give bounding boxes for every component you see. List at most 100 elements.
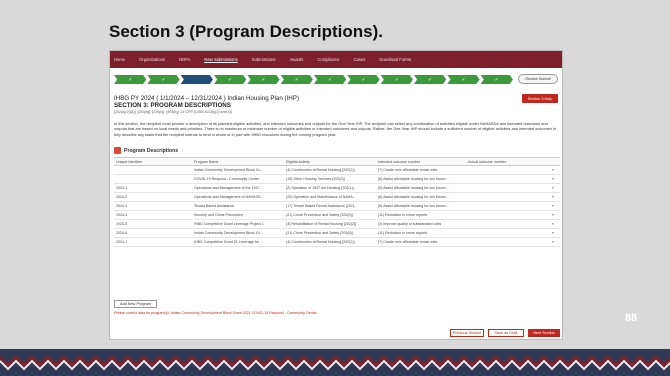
table-cell: COVID-19 Respond - Community Center — [192, 174, 284, 184]
nav-compliance[interactable]: Compliance — [317, 57, 339, 62]
step-1[interactable]: ✓ — [114, 75, 147, 84]
review-submit-button[interactable]: Review Submit — [518, 74, 558, 84]
table-cell: (21) Crime Prevention and Safety [202(5)… — [284, 210, 376, 220]
next-section-button[interactable]: Next Section — [528, 329, 560, 337]
row-action-dropdown-icon[interactable]: ▾ — [546, 219, 560, 229]
section-help-button[interactable]: Section 3 Help — [522, 94, 558, 103]
step-2[interactable]: ✓ — [147, 75, 180, 84]
col-eligible-activity[interactable]: Eligible Activity — [284, 157, 376, 166]
step-10[interactable]: ✓ — [413, 75, 447, 84]
table-cell: (6) Assist affordable housing for low in… — [376, 183, 466, 193]
nav-submissions[interactable]: Submissions — [252, 57, 276, 62]
table-row[interactable]: 2024-4 Security and Crime Prevention (21) … — [114, 210, 560, 220]
nav-nofa[interactable]: NOFA — [179, 57, 190, 62]
table-cell: (7) Create new affordable rental units — [376, 237, 466, 247]
add-new-program-button[interactable]: Add New Program — [114, 300, 158, 308]
table-cell: Indian Community Development Block Gr... — [192, 228, 284, 238]
table-cell: Operations and Management of NAHASD... — [192, 192, 284, 202]
table-cell: (4) Construction of Rental Housing [202(… — [284, 237, 376, 247]
regulation-citation: [102(b)(2)(A)], [233(a)], [235(c)], [404… — [114, 110, 233, 114]
step-12[interactable]: ✓ — [480, 75, 513, 84]
decorative-band — [0, 349, 670, 376]
table-cell: IHBG Competitive Grant Leverage Project … — [192, 219, 284, 229]
table-cell: (2) Operation of 1937 Act Housing [202(1… — [284, 183, 376, 193]
section-title: SECTION 3: PROGRAM DESCRIPTIONS — [114, 102, 231, 109]
top-nav: Home Organizations NOFA New Submissions … — [110, 51, 562, 68]
table-cell: 2024-1 — [114, 183, 192, 193]
table-row[interactable]: COVID-19 Respond - Community Center (19) … — [114, 174, 560, 184]
nav-awards[interactable]: Awards — [289, 57, 303, 62]
progress-stepper: ✓ ✓ ✓ ✓ ✓ ✓ ✓ ✓ ✓ ✓ ✓ — [114, 75, 514, 84]
program-table: Unique Identifier Program Name Eligible … — [114, 157, 560, 247]
row-action-dropdown-icon[interactable]: ▾ — [546, 192, 560, 202]
table-cell — [466, 174, 546, 184]
step-8[interactable]: ✓ — [347, 75, 380, 84]
save-draft-button[interactable]: Save as Draft — [488, 329, 524, 337]
row-action-dropdown-icon[interactable]: ▾ — [546, 183, 560, 193]
table-cell — [466, 165, 546, 175]
col-actual-outcome[interactable]: Actual outcome number — [466, 157, 546, 166]
col-actions — [546, 157, 560, 166]
table-row[interactable]: 2024-6 Indian Community Development Block… — [114, 228, 560, 238]
table-cell: IHBG Competitive Grant 21 Leverage for .… — [192, 237, 284, 247]
row-action-dropdown-icon[interactable]: ▾ — [546, 201, 560, 211]
table-row[interactable]: 2024-1 Operations and Management of the 1… — [114, 183, 560, 193]
table-cell — [466, 183, 546, 193]
table-cell: (11) Reduction in crime reports — [376, 210, 466, 220]
nav-organizations[interactable]: Organizations — [139, 57, 165, 62]
slide-title: Section 3 (Program Descriptions). — [109, 22, 383, 41]
table-cell: Operations and Management of the 1937 ..… — [192, 183, 284, 193]
table-cell: (20) Operation and Maintenance of NAHA..… — [284, 192, 376, 202]
table-row[interactable]: 2024-2 Operations and Management of NAHAS… — [114, 192, 560, 202]
zigzag-pattern-icon — [0, 349, 670, 376]
step-6[interactable]: ✓ — [280, 75, 313, 84]
table-row[interactable]: 2024-3 Tenant Based Assistance (17) Tenant… — [114, 201, 560, 211]
row-action-dropdown-icon[interactable]: ▾ — [546, 174, 560, 184]
validation-warning: Please correct data for program(s): Indi… — [114, 311, 318, 315]
table-cell: Tenant Based Assistance — [192, 201, 284, 211]
table-cell: (21) Crime Prevention and Safety [202(5)… — [284, 228, 376, 238]
nav-new-submissions[interactable]: New Submissions — [204, 57, 238, 63]
table-cell: 2024-7 — [114, 237, 192, 247]
table-cell — [114, 174, 192, 184]
table-cell: (6) Assist affordable housing for low in… — [376, 174, 466, 184]
table-cell: (17) Tenant Based Rental Assistance [202… — [284, 201, 376, 211]
step-9[interactable]: ✓ — [380, 75, 413, 84]
table-cell: (3) Improve quality of substandard units — [376, 219, 466, 229]
row-action-dropdown-icon[interactable]: ▾ — [546, 165, 560, 175]
table-row[interactable]: 2024-7 IHBG Competitive Grant 21 Leverage… — [114, 237, 560, 247]
document-icon — [114, 147, 121, 154]
nav-home[interactable]: Home — [114, 57, 125, 62]
table-cell: Security and Crime Prevention — [192, 210, 284, 220]
row-action-dropdown-icon[interactable]: ▾ — [546, 228, 560, 238]
col-unique-identifier[interactable]: Unique Identifier — [114, 157, 192, 166]
table-cell — [466, 219, 546, 229]
app-window: Home Organizations NOFA New Submissions … — [109, 50, 563, 340]
step-5[interactable]: ✓ — [247, 75, 280, 84]
table-cell — [466, 210, 546, 220]
table-cell: (11) Reduction in crime reports — [376, 228, 466, 238]
table-cell — [114, 165, 192, 175]
table-row[interactable]: 2024-5 IHBG Competitive Grant Leverage Pr… — [114, 219, 560, 229]
table-cell: (6) Assist affordable housing for low in… — [376, 192, 466, 202]
nav-download-forms[interactable]: Download Forms — [379, 57, 411, 62]
row-action-dropdown-icon[interactable]: ▾ — [546, 210, 560, 220]
step-11[interactable]: ✓ — [447, 75, 480, 84]
table-row[interactable]: Indian Community Development Block Gr...… — [114, 165, 560, 175]
row-action-dropdown-icon[interactable]: ▾ — [546, 237, 560, 247]
table-cell — [466, 237, 546, 247]
step-4[interactable]: ✓ — [213, 75, 247, 84]
table-cell: (7) Create new affordable rental units — [376, 165, 466, 175]
table-header-row: Unique Identifier Program Name Eligible … — [114, 157, 560, 166]
table-cell — [466, 192, 546, 202]
program-descriptions-header: Program Descriptions — [114, 147, 178, 154]
previous-section-button[interactable]: Previous Section — [450, 329, 484, 337]
nav-cases[interactable]: Cases — [353, 57, 365, 62]
step-7[interactable]: ✓ — [313, 75, 347, 84]
table-cell: (4) Construction of Rental Housing [202(… — [284, 165, 376, 175]
intro-paragraph: In this section, the recipient must prov… — [114, 121, 557, 137]
step-3-current[interactable] — [180, 75, 213, 84]
table-cell: 2024-4 — [114, 210, 192, 220]
col-program-name[interactable]: Program Name — [192, 157, 284, 166]
col-intended-outcome[interactable]: Intended outcome number — [376, 157, 466, 166]
